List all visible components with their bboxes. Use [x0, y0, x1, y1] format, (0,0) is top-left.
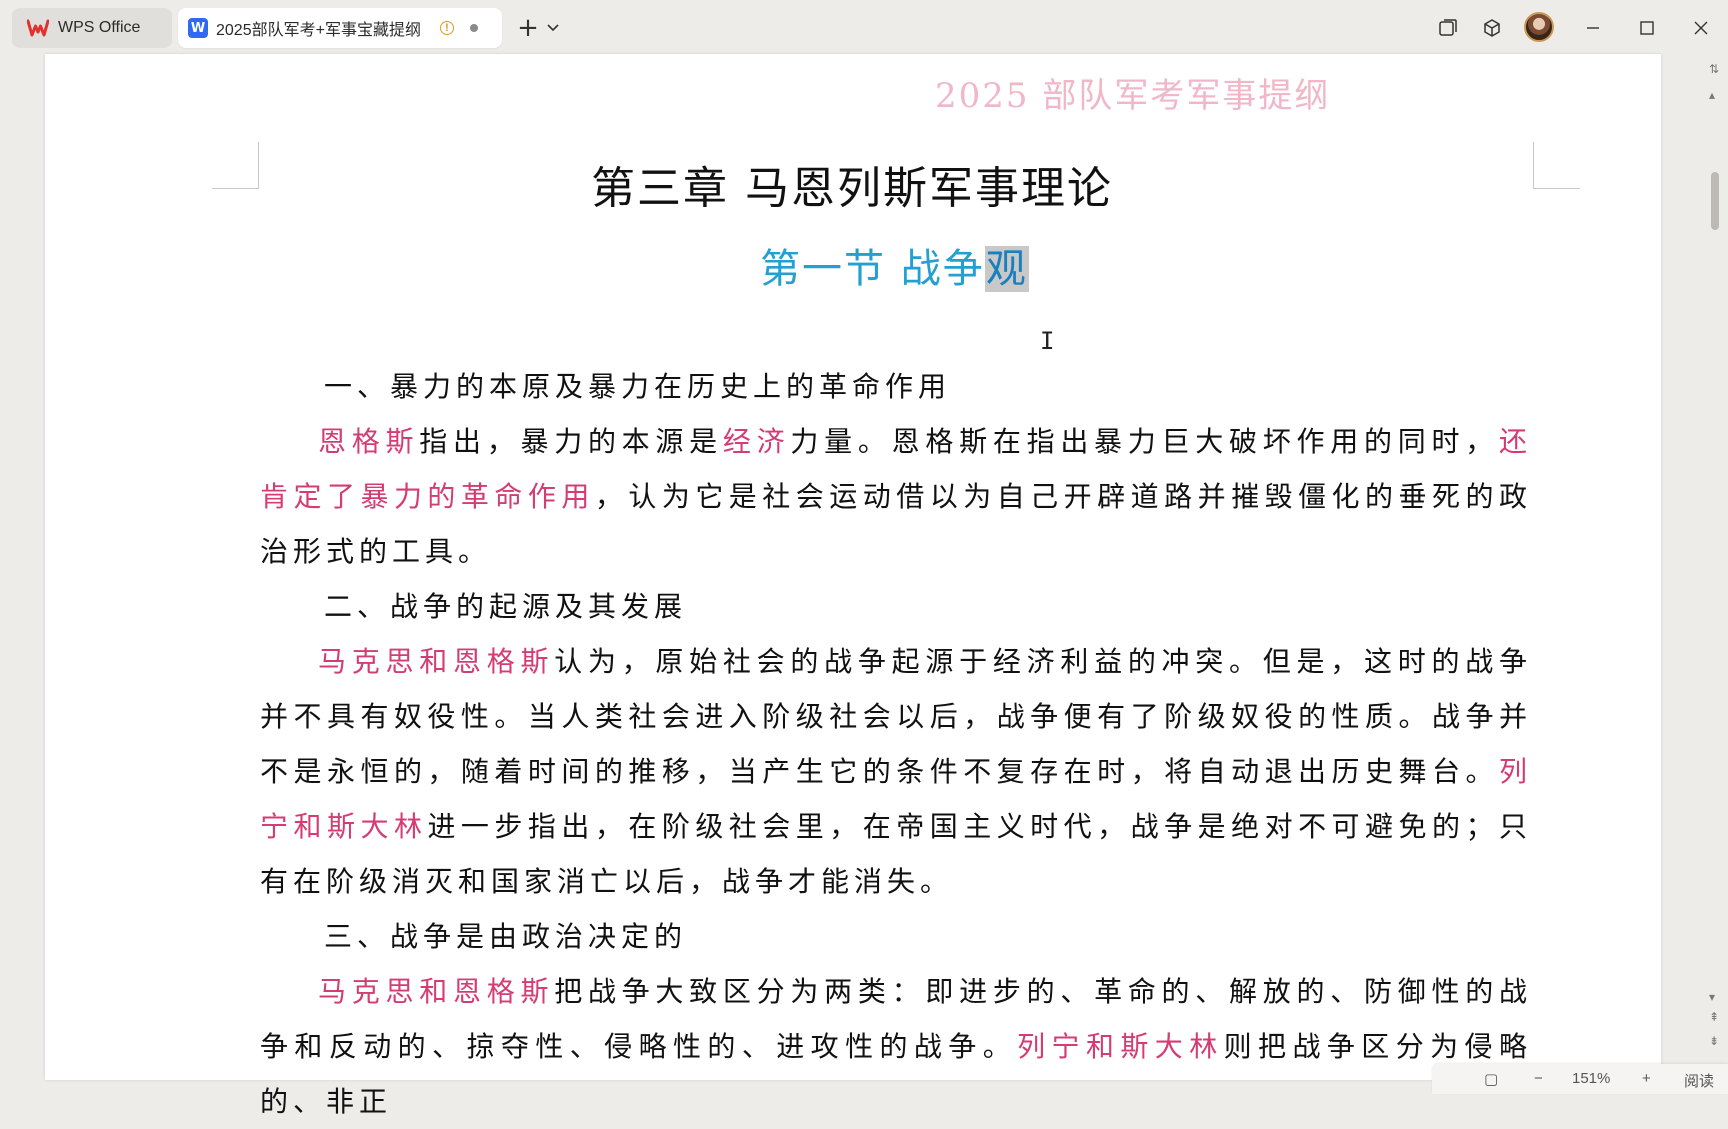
selected-text[interactable]: 观 — [984, 246, 1029, 292]
tab-label: WPS Office — [58, 19, 141, 36]
next-page-icon[interactable]: ⇟ — [1709, 1034, 1719, 1048]
paragraph-text: 进一步指出，在阶级社会里，在帝国主义时代，战争是绝对不可避免的；只有在阶级消灭和… — [260, 810, 1532, 898]
paragraph-text: 力量。恩格斯在指出暴力巨大破坏作用的同时， — [790, 425, 1499, 458]
section-title: 第一节 战争观 — [760, 236, 1029, 294]
document-body[interactable]: 一、暴力的本原及暴力在历史上的革命作用恩格斯指出，暴力的本源是经济力量。恩格斯在… — [260, 359, 1532, 1129]
prev-page-icon[interactable]: ⇞ — [1709, 1010, 1719, 1024]
subsection-heading: 二、战争的起源及其发展 — [324, 590, 688, 623]
body-paragraph: 恩格斯指出，暴力的本源是经济力量。恩格斯在指出暴力巨大破坏作用的同时，还肯定了暴… — [260, 414, 1532, 579]
text-cursor-icon: I — [1040, 327, 1055, 355]
highlighted-term: 马克思和恩格斯 — [318, 645, 555, 678]
tab-list-button[interactable] — [544, 12, 562, 44]
paragraph-text: 指出，暴力的本源是 — [419, 425, 723, 458]
user-avatar[interactable] — [1524, 12, 1554, 42]
highlighted-term: 经济 — [722, 425, 791, 458]
status-bar: ▢ − 151% + 阅读 — [1432, 1064, 1728, 1094]
body-paragraph: 马克思和恩格斯把战争大致区分为两类：即进步的、革命的、解放的、防御性的战争和反动… — [260, 964, 1532, 1129]
tab-wps-home[interactable]: WPS Office — [12, 8, 172, 48]
zoom-out-button[interactable]: − — [1534, 1070, 1543, 1087]
title-bar: WPS Office W 2025部队军考+军事宝藏提纲 ! + — [0, 0, 1728, 54]
close-button[interactable] — [1686, 12, 1716, 44]
tab-document[interactable]: W 2025部队军考+军事宝藏提纲 ! — [178, 8, 502, 48]
unsaved-dot-icon[interactable] — [470, 24, 478, 32]
app-center-button[interactable] — [1478, 12, 1506, 44]
scroll-down-icon[interactable]: ▾ — [1709, 990, 1715, 1004]
window-layout-button[interactable] — [1434, 12, 1462, 44]
zoom-in-button[interactable]: + — [1642, 1070, 1651, 1087]
highlighted-term: 马克思和恩格斯 — [318, 975, 555, 1008]
scroll-up-icon[interactable]: ▴ — [1709, 88, 1715, 102]
chevron-down-icon — [547, 24, 559, 32]
wps-logo-icon — [26, 16, 50, 40]
fit-page-icon[interactable]: ▢ — [1484, 1070, 1498, 1088]
cube-icon — [1484, 19, 1500, 37]
reading-mode-button[interactable]: 阅读 — [1684, 1070, 1714, 1091]
page-header-text: 2025 部队军考军事提纲 — [935, 76, 1331, 116]
highlighted-term: 恩格斯 — [318, 425, 420, 458]
new-tab-button[interactable]: + — [514, 12, 542, 44]
close-icon — [1694, 21, 1708, 35]
highlighted-term: 列宁和斯大林 — [1017, 1030, 1224, 1063]
window-layout-icon — [1439, 19, 1457, 36]
subsection-heading: 三、战争是由政治决定的 — [324, 920, 688, 953]
warning-icon[interactable]: ! — [440, 21, 454, 35]
body-paragraph: 马克思和恩格斯认为，原始社会的战争起源于经济利益的冲突。但是，这时的战争并不具有… — [260, 634, 1532, 909]
maximize-icon — [1640, 21, 1654, 35]
plus-icon: + — [517, 13, 539, 43]
section-title-text: 第一节 战争 — [760, 246, 985, 292]
scrollbar-thumb[interactable] — [1711, 172, 1719, 230]
minimize-icon — [1587, 27, 1599, 29]
chapter-title: 第三章 马恩列斯军事理论 — [591, 163, 1113, 214]
minimize-button[interactable] — [1578, 12, 1608, 44]
maximize-button[interactable] — [1632, 12, 1662, 44]
zoom-level[interactable]: 151% — [1572, 1070, 1610, 1087]
document-icon: W — [188, 18, 208, 38]
ruler-toggle-icon[interactable]: ⇅ — [1709, 62, 1719, 76]
subsection-heading: 一、暴力的本原及暴力在历史上的革命作用 — [324, 370, 952, 403]
tab-label: 2025部队军考+军事宝藏提纲 — [216, 22, 421, 39]
